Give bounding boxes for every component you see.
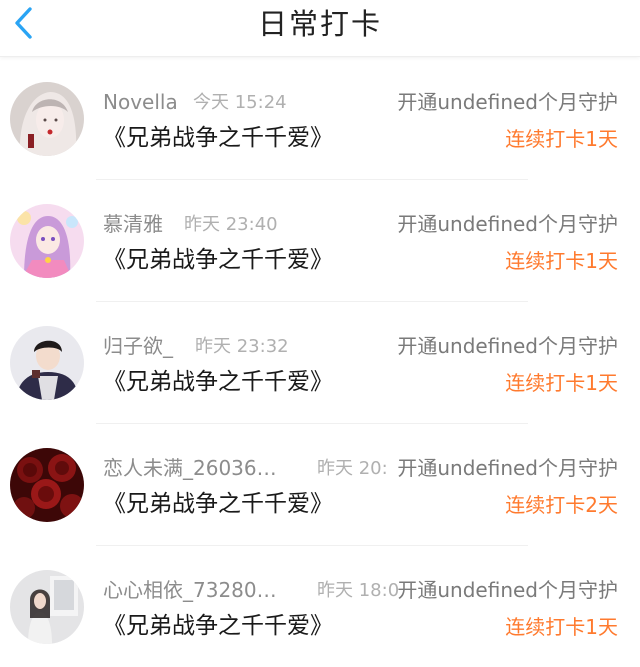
streak-count: 连续打卡2天 [505, 493, 618, 517]
list-item[interactable]: Novella 今天 15:24 开通undefined个月守护 《兄弟战争之千… [0, 58, 640, 180]
streak-count: 连续打卡1天 [505, 249, 618, 273]
checkin-time: 昨天 20: [317, 458, 388, 479]
streak-count: 连续打卡1天 [505, 127, 618, 151]
guard-status: 开通undefined个月守护 [397, 212, 618, 236]
streak-count: 连续打卡1天 [505, 615, 618, 639]
avatar[interactable] [10, 82, 84, 156]
book-title[interactable]: 《兄弟战争之千千爱》 [103, 366, 333, 398]
checkin-time: 昨天 23:40 [184, 214, 278, 235]
guard-status: 开通undefined个月守护 [397, 90, 618, 114]
user-name: 恋人未满_26036… [103, 456, 277, 480]
user-name: Novella [103, 90, 178, 114]
avatar[interactable] [10, 570, 84, 644]
page-title: 日常打卡 [257, 7, 382, 41]
book-title[interactable]: 《兄弟战争之千千爱》 [103, 122, 333, 154]
list-item[interactable]: 恋人未满_26036… 昨天 20: 开通undefined个月守护 《兄弟战争… [0, 424, 640, 546]
avatar[interactable] [10, 204, 84, 278]
list-item[interactable]: 慕清雅 昨天 23:40 开通undefined个月守护 《兄弟战争之千千爱》 … [0, 180, 640, 302]
user-name: 心心相依_73280… [103, 578, 277, 602]
streak-count: 连续打卡1天 [505, 371, 618, 395]
book-title[interactable]: 《兄弟战争之千千爱》 [103, 610, 333, 642]
checkin-list: Novella 今天 15:24 开通undefined个月守护 《兄弟战争之千… [0, 58, 640, 667]
guard-status: 开通undefined个月守护 [397, 456, 618, 480]
book-title[interactable]: 《兄弟战争之千千爱》 [103, 488, 333, 520]
checkin-time: 昨天 23:32 [195, 336, 289, 357]
book-title[interactable]: 《兄弟战争之千千爱》 [103, 244, 333, 276]
checkin-time: 今天 15:24 [193, 92, 287, 113]
guard-status: 开通undefined个月守护 [397, 578, 618, 602]
user-name: 归子欲_ [103, 334, 173, 358]
avatar[interactable] [10, 326, 84, 400]
list-item[interactable]: 心心相依_73280… 昨天 18:0 开通undefined个月守护 《兄弟战… [0, 546, 640, 667]
avatar[interactable] [10, 448, 84, 522]
guard-status: 开通undefined个月守护 [397, 334, 618, 358]
list-item[interactable]: 归子欲_ 昨天 23:32 开通undefined个月守护 《兄弟战争之千千爱》… [0, 302, 640, 424]
nav-bar: 日常打卡 [0, 0, 640, 57]
checkin-time: 昨天 18:0 [317, 580, 400, 601]
user-name: 慕清雅 [103, 212, 163, 236]
checkin-page: 日常打卡 Novella 今天 15:24 开通undefined个月守护 《兄… [0, 0, 640, 667]
